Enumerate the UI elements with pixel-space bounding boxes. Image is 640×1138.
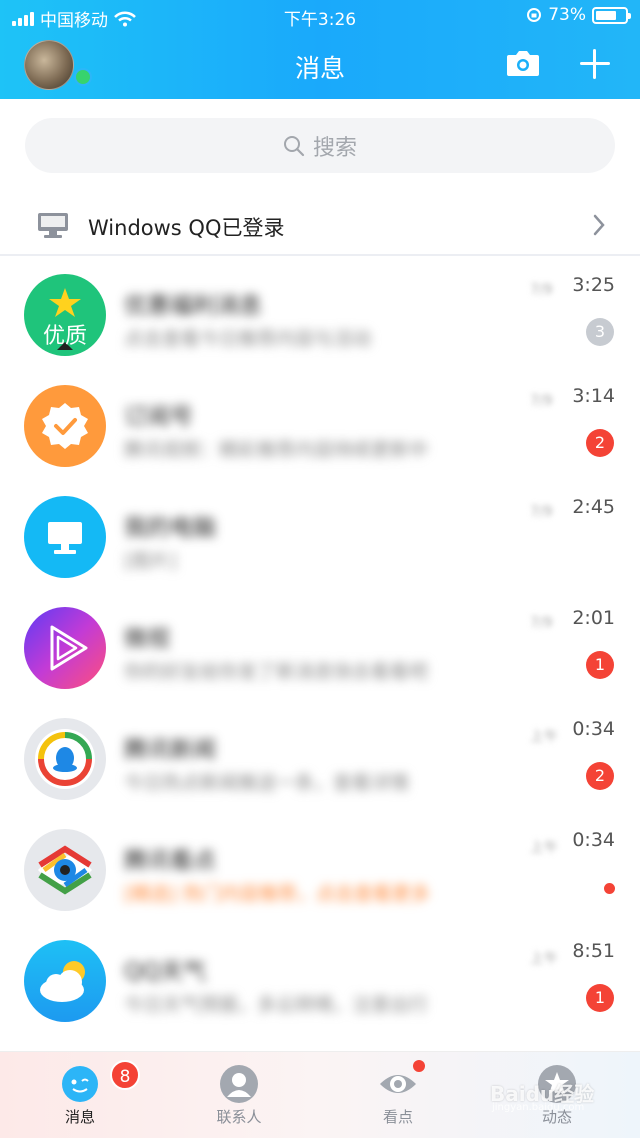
avatar [24, 829, 106, 911]
tab-label: 消息 [64, 1108, 95, 1126]
qq-penguin-icon [35, 729, 95, 789]
watermark-sub: jingyan.baidu.com [492, 1102, 585, 1113]
message-time: 2:01 [572, 607, 615, 629]
message-date: 上午 [530, 951, 558, 967]
message-time: 0:34 [572, 718, 615, 740]
list-item[interactable]: 我的电脑 [图片] 7/9 2:45 [0, 480, 640, 591]
unread-badge: 1 [586, 651, 614, 679]
message-date: 7/9 [530, 504, 553, 520]
tab-kandian[interactable]: 看点 [338, 1052, 458, 1138]
tab-bar: 8 消息 联系人 看点 动态 Baidu经验 jingyan.baidu.com [0, 1051, 640, 1138]
message-preview: [精选] 热门内容推荐，点击查看更多 [124, 883, 430, 905]
pc-login-bar[interactable]: Windows QQ已登录 [0, 196, 640, 256]
message-time: 3:14 [572, 385, 615, 407]
contact-name: 订阅号 [124, 404, 193, 430]
contact-icon [220, 1065, 258, 1103]
message-preview: 腾讯视频：精彩推荐内容持续更新中 [124, 439, 429, 461]
message-date: 7/9 [530, 282, 553, 298]
monitor-icon [38, 213, 68, 238]
status-bar: 中国移动 下午3:26 73% [0, 0, 640, 32]
tab-label: 联系人 [216, 1108, 262, 1126]
camera-icon[interactable] [506, 48, 540, 78]
contact-name: 腾讯新闻 [124, 737, 216, 763]
avatar-label: 优质 [42, 324, 87, 349]
contact-name: 微视 [124, 626, 170, 652]
qq-messages-screen: 中国移动 下午3:26 73% 消息 搜索 Windows QQ已登录 优质 优… [0, 0, 640, 1138]
verified-badge-icon [42, 403, 88, 449]
tab-messages[interactable]: 8 消息 [20, 1052, 140, 1138]
list-item[interactable]: 微视 你的好友给你发了新消息快去看看吧 7/9 2:01 1 [0, 591, 640, 702]
eye-icon [38, 845, 92, 895]
avatar [24, 385, 106, 467]
avatar [24, 607, 106, 689]
rotation-lock-icon [527, 8, 542, 22]
add-button[interactable] [580, 49, 610, 79]
play-icon [50, 625, 88, 671]
battery-icon [592, 6, 631, 24]
message-time: 8:51 [572, 940, 615, 962]
chat-bubble-icon [62, 1066, 98, 1102]
tab-contacts[interactable]: 联系人 [179, 1052, 299, 1138]
page-title: 消息 [294, 54, 345, 83]
eye-icon [380, 1075, 416, 1093]
message-time: 3:25 [572, 274, 615, 296]
battery-percent: 73% [548, 5, 586, 25]
unread-badge: 1 [586, 984, 614, 1012]
message-date: 7/9 [530, 393, 553, 409]
search-placeholder: 搜索 [312, 135, 357, 161]
message-preview: [图片] [124, 550, 177, 572]
weather-icon [40, 961, 85, 1002]
tab-badge: 8 [110, 1060, 140, 1090]
chevron-right-icon [593, 214, 605, 236]
message-preview: 你的好友给你发了新消息快去看看吧 [124, 661, 429, 683]
nav-bar: 消息 [0, 36, 640, 96]
avatar [24, 940, 106, 1022]
tab-label: 看点 [382, 1108, 413, 1126]
contact-name: 优惠福利消息 [124, 293, 262, 319]
login-status-label: Windows QQ已登录 [88, 216, 285, 240]
avatar [24, 496, 106, 578]
list-item[interactable]: 优质 优惠福利消息 点击查看今日推荐内容与活动 7/9 3:25 3 [0, 258, 640, 369]
message-date: 7/9 [530, 615, 553, 631]
list-item[interactable]: 腾讯看点 [精选] 热门内容推荐，点击查看更多 上午 0:34 [0, 813, 640, 924]
list-item[interactable]: QQ天气 今日天气预报，多云转晴，注意出行 上午 8:51 1 [0, 924, 640, 1035]
contact-name: 我的电脑 [124, 515, 216, 541]
contact-name: QQ天气 [124, 959, 207, 985]
unread-badge: 2 [586, 429, 614, 457]
unread-badge: 3 [586, 318, 614, 346]
message-time: 2:45 [572, 496, 615, 518]
list-item[interactable]: 订阅号 腾讯视频：精彩推荐内容持续更新中 7/9 3:14 2 [0, 369, 640, 480]
message-time: 0:34 [572, 829, 615, 851]
tab-unread-dot [413, 1060, 425, 1072]
message-date: 上午 [530, 840, 558, 856]
monitor-icon [48, 522, 82, 554]
avatar: 优质 [24, 274, 106, 356]
search-icon [283, 135, 305, 156]
unread-dot [604, 883, 615, 894]
message-preview: 今日热点新闻推送一条，查看详情 [124, 772, 410, 794]
unread-badge: 2 [586, 762, 614, 790]
avatar [24, 718, 106, 800]
contact-name: 腾讯看点 [124, 848, 216, 874]
message-date: 上午 [530, 729, 558, 745]
search-input[interactable]: 搜索 [25, 118, 615, 173]
message-preview: 今日天气预报，多云转晴，注意出行 [124, 994, 429, 1016]
list-item[interactable]: 腾讯新闻 今日热点新闻推送一条，查看详情 上午 0:34 2 [0, 702, 640, 813]
header: 中国移动 下午3:26 73% 消息 [0, 0, 640, 99]
message-preview: 点击查看今日推荐内容与活动 [124, 328, 372, 350]
